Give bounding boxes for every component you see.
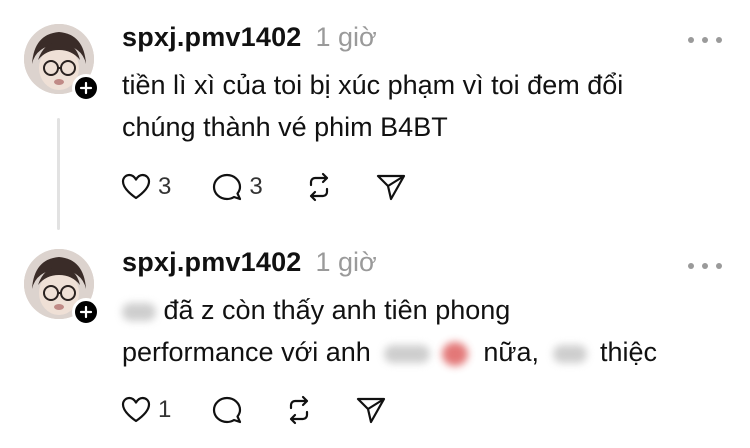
like-button[interactable]: 3 bbox=[120, 171, 171, 203]
reply-button[interactable]: 3 bbox=[211, 171, 263, 203]
post-text-segment: performance với anh bbox=[122, 337, 371, 367]
timestamp: 1 giờ bbox=[315, 247, 377, 277]
censored-blur bbox=[552, 344, 587, 363]
comment-icon bbox=[213, 173, 242, 201]
post-text: tiền lì xì của toi bị xúc phạm vì toi đe… bbox=[122, 64, 722, 148]
repost-icon bbox=[290, 395, 309, 425]
post-actions: 3 3 bbox=[120, 170, 447, 204]
post-text: đã z còn thấy anh tiên phong performance… bbox=[122, 289, 722, 373]
follow-button[interactable] bbox=[72, 74, 100, 102]
post-text-line: tiền lì xì của toi bị xúc phạm vì toi đe… bbox=[122, 70, 624, 100]
follow-button[interactable] bbox=[72, 298, 100, 326]
post-header: spxj.pmv1402 1 giờ bbox=[122, 22, 377, 54]
share-button[interactable] bbox=[375, 171, 407, 203]
repost-button[interactable] bbox=[283, 394, 315, 426]
post-text-line: đã z còn thấy anh tiên phong bbox=[122, 289, 722, 331]
username[interactable]: spxj.pmv1402 bbox=[122, 247, 302, 278]
heart-icon bbox=[121, 396, 151, 423]
post-text-segment: đã z còn thấy anh tiên phong bbox=[163, 295, 511, 325]
like-button[interactable]: 1 bbox=[120, 394, 171, 426]
repost-icon bbox=[309, 172, 328, 202]
more-dots-icon[interactable] bbox=[688, 35, 722, 45]
thread-post-2: spxj.pmv1402 1 giờ đã z còn thấy anh tiê… bbox=[0, 232, 750, 448]
send-icon bbox=[376, 174, 405, 201]
plus-icon bbox=[79, 305, 93, 319]
more-dots-icon[interactable] bbox=[688, 261, 722, 271]
post-text-line: chúng thành vé phim B4BT bbox=[122, 112, 448, 142]
thread-line bbox=[57, 118, 60, 230]
like-count: 1 bbox=[158, 396, 172, 423]
send-icon bbox=[357, 397, 386, 424]
post-text-segment: thiệc bbox=[600, 337, 658, 367]
share-button[interactable] bbox=[355, 394, 387, 426]
heart-icon bbox=[121, 173, 151, 200]
post-text-segment: nữa, bbox=[483, 337, 539, 367]
like-count: 3 bbox=[158, 173, 172, 200]
timestamp: 1 giờ bbox=[315, 22, 377, 52]
post-actions: 1 bbox=[120, 393, 427, 427]
reply-count: 3 bbox=[249, 173, 263, 200]
username[interactable]: spxj.pmv1402 bbox=[122, 22, 302, 53]
censored-emoji-blur bbox=[441, 341, 468, 366]
thread-post-1: spxj.pmv1402 1 giờ tiền lì xì của toi bị… bbox=[0, 0, 750, 232]
censored-blur bbox=[384, 344, 431, 363]
post-text-line: performance với anh nữa, thiệc bbox=[122, 331, 722, 373]
repost-button[interactable] bbox=[303, 171, 335, 203]
reply-button[interactable] bbox=[211, 394, 243, 426]
plus-icon bbox=[79, 81, 93, 95]
censored-blur bbox=[122, 302, 156, 321]
comment-icon bbox=[213, 396, 242, 424]
post-header: spxj.pmv1402 1 giờ bbox=[122, 247, 377, 279]
